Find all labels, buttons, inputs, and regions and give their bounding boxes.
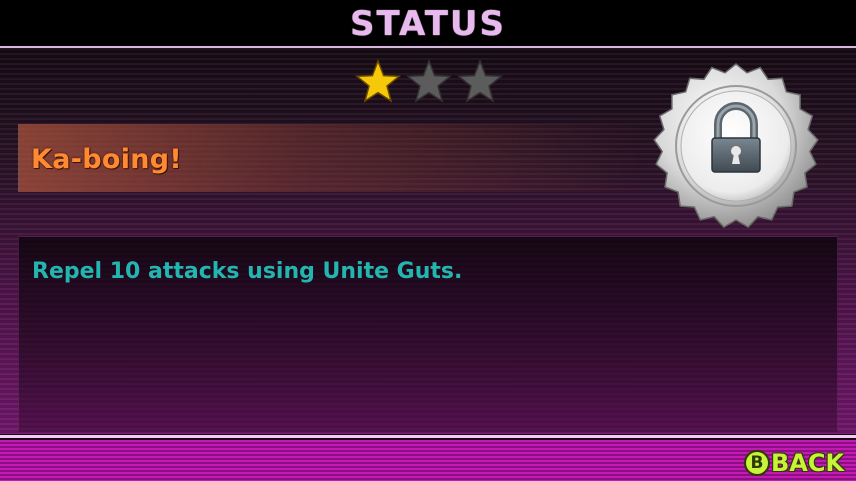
bottle-cap-padlock-icon xyxy=(653,63,819,229)
achievement-title-bar: Ka-boing! xyxy=(18,124,639,192)
footer-bar xyxy=(0,440,856,481)
footer-divider xyxy=(0,435,856,438)
page-title: STATUS xyxy=(349,4,506,44)
star-icon-2 xyxy=(405,58,453,103)
achievement-description: Repel 10 attacks using Unite Guts. xyxy=(32,259,463,284)
star-icon-3 xyxy=(456,58,504,103)
back-button-label: BACK xyxy=(771,449,845,477)
achievement-title: Ka-boing! xyxy=(31,144,183,175)
star-rating xyxy=(354,58,504,108)
back-button[interactable]: B BACK xyxy=(744,448,844,478)
star-icon-1 xyxy=(354,58,402,103)
header-bar: STATUS xyxy=(0,0,856,48)
description-panel: Repel 10 attacks using Unite Guts. xyxy=(18,236,838,432)
b-button-icon: B xyxy=(744,450,770,476)
